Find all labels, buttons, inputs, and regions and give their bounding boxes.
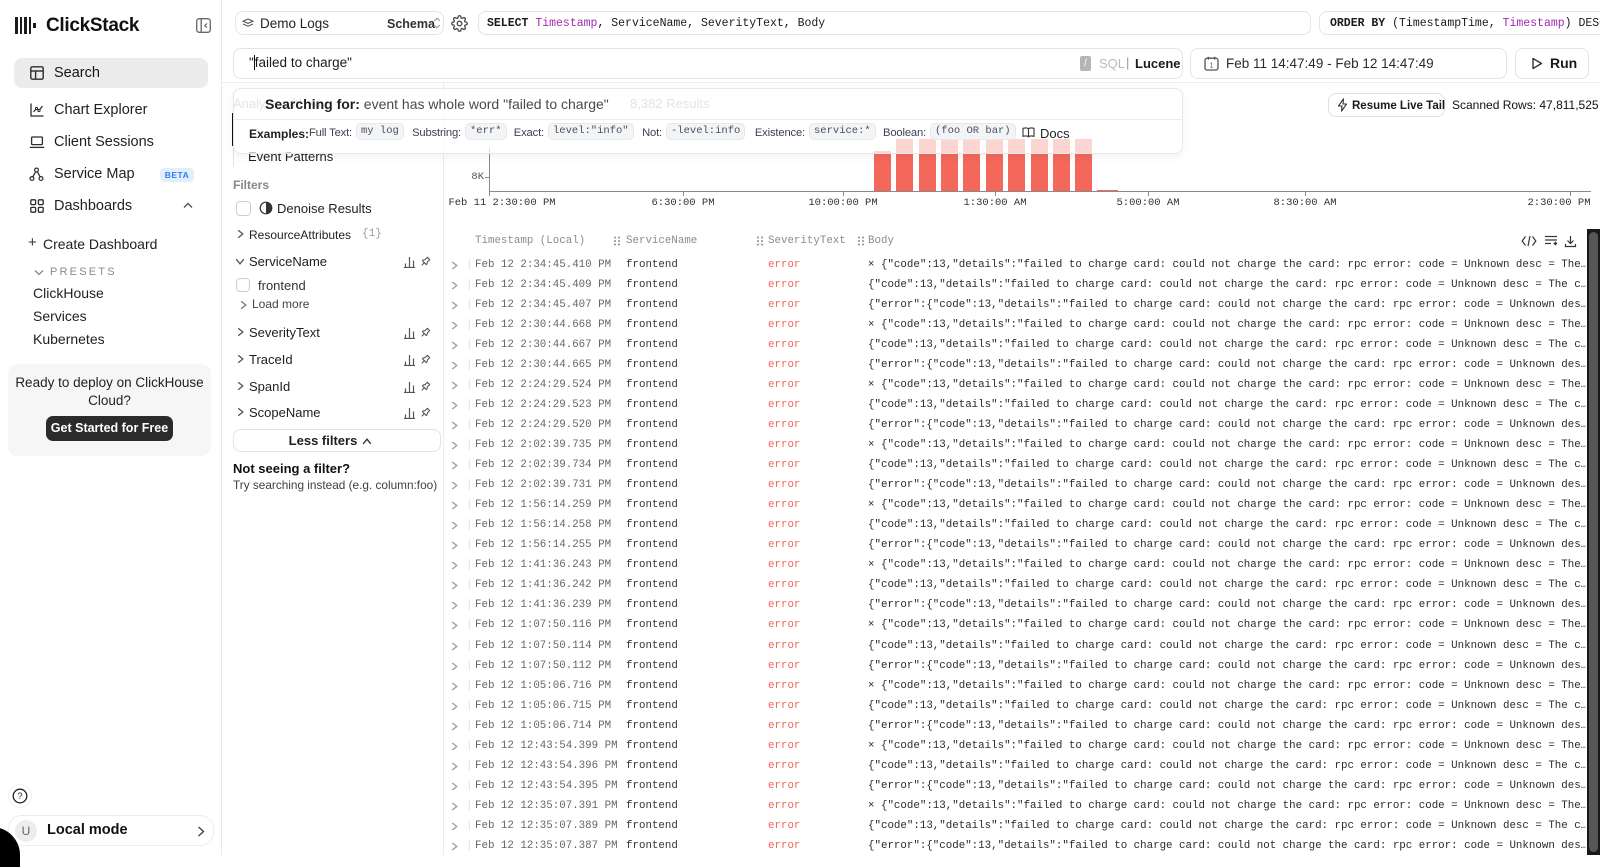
svg-text:1: 1	[1210, 63, 1214, 70]
svg-text:?: ?	[17, 791, 22, 801]
